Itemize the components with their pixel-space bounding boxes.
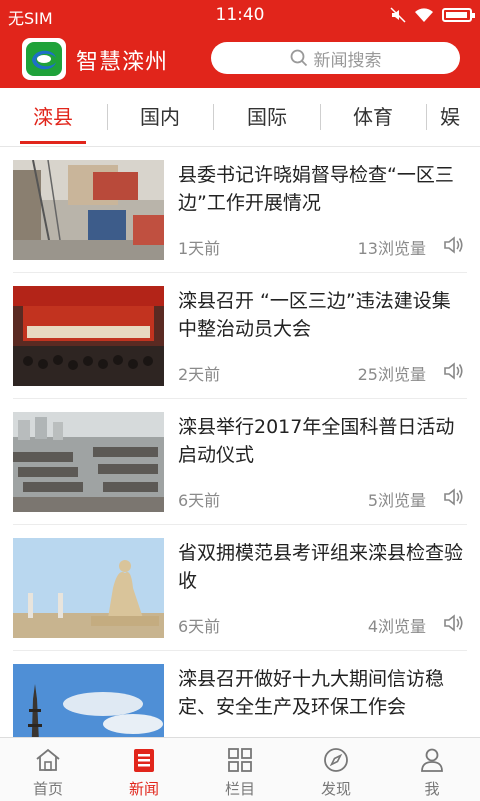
news-title: 县委书记许晓娟督导检查“一区三边”工作开展情况 <box>178 164 454 214</box>
news-thumbnail <box>13 538 164 638</box>
wifi-icon <box>415 8 433 22</box>
home-icon <box>36 748 60 771</box>
tab-divider <box>426 104 427 130</box>
speaker-icon[interactable] <box>442 359 466 383</box>
news-title: 滦县召开 “一区三边”违法建设集中整治动员大会 <box>178 290 451 340</box>
news-title: 滦县召开做好十九大期间信访稳定、安全生产及环保工作会 <box>178 668 445 718</box>
news-thumbnail <box>13 664 164 737</box>
news-time: 6天前 <box>178 617 221 636</box>
news-views: 4浏览量 <box>367 617 426 636</box>
news-item[interactable]: 滦县举行2017年全国科普日活动启动仪式 6天前 5浏览量 <box>0 399 480 525</box>
grid-icon <box>228 748 252 772</box>
active-tab-indicator <box>20 141 86 144</box>
tab-international[interactable]: 国际 <box>227 88 307 146</box>
nav-home-label: 首页 <box>32 780 63 798</box>
status-bar: 无SIM 11:40 <box>0 0 480 30</box>
news-views: 25浏览量 <box>357 365 426 384</box>
app-title: 智慧滦州 <box>76 50 169 75</box>
tab-domestic[interactable]: 国内 <box>120 88 200 146</box>
tab-sports[interactable]: 体育 <box>333 88 413 146</box>
news-icon <box>134 749 154 772</box>
nav-me[interactable]: 我 <box>384 738 480 801</box>
compass-icon <box>324 748 348 772</box>
news-title: 滦县举行2017年全国科普日活动启动仪式 <box>178 416 455 466</box>
tab-divider <box>213 104 214 130</box>
tab-luanxian[interactable]: 滦县 <box>13 88 93 146</box>
news-item[interactable]: 滦县召开 “一区三边”违法建设集中整治动员大会 2天前 25浏览量 <box>0 273 480 399</box>
nav-discover-label: 发现 <box>320 780 351 798</box>
nav-me-label: 我 <box>424 780 440 798</box>
user-icon <box>421 748 443 772</box>
nav-columns-label: 栏目 <box>224 780 255 798</box>
nav-discover[interactable]: 发现 <box>288 738 384 801</box>
tab-divider <box>107 104 108 130</box>
battery-icon <box>442 8 475 22</box>
news-thumbnail <box>13 160 164 260</box>
news-time: 6天前 <box>178 491 221 510</box>
news-title: 省双拥模范县考评组来滦县检查验收 <box>178 542 464 592</box>
search-icon <box>290 49 307 67</box>
news-views: 5浏览量 <box>367 491 426 510</box>
speaker-icon[interactable] <box>442 611 466 635</box>
news-thumbnail <box>13 286 164 386</box>
status-icons <box>390 6 475 24</box>
category-tabs: 滦县 国内 国际 体育 娱 <box>0 88 480 147</box>
news-item[interactable]: 县委书记许晓娟督导检查“一区三边”工作开展情况 1天前 13浏览量 <box>0 147 480 273</box>
search-placeholder: 新闻搜索 <box>313 50 382 71</box>
app-logo <box>22 38 66 80</box>
search-input[interactable]: 新闻搜索 <box>211 42 460 74</box>
mute-icon <box>390 7 406 23</box>
news-views: 13浏览量 <box>357 239 426 258</box>
news-item[interactable]: 滦县召开做好十九大期间信访稳定、安全生产及环保工作会 <box>0 651 480 737</box>
nav-home[interactable]: 首页 <box>0 738 96 801</box>
speaker-icon[interactable] <box>442 233 466 257</box>
nav-columns[interactable]: 栏目 <box>192 738 288 801</box>
nav-news[interactable]: 新闻 <box>96 738 192 801</box>
tab-divider <box>320 104 321 130</box>
tab-entertainment[interactable]: 娱 <box>440 88 480 146</box>
news-list: 县委书记许晓娟督导检查“一区三边”工作开展情况 1天前 13浏览量 滦县召开 “… <box>0 147 480 737</box>
news-time: 2天前 <box>178 365 221 384</box>
news-thumbnail <box>13 412 164 512</box>
news-item[interactable]: 省双拥模范县考评组来滦县检查验收 6天前 4浏览量 <box>0 525 480 651</box>
speaker-icon[interactable] <box>442 485 466 509</box>
nav-news-label: 新闻 <box>128 780 159 798</box>
bottom-nav: 首页 新闻 栏目 发现 我 <box>0 737 480 801</box>
news-time: 1天前 <box>178 239 221 258</box>
